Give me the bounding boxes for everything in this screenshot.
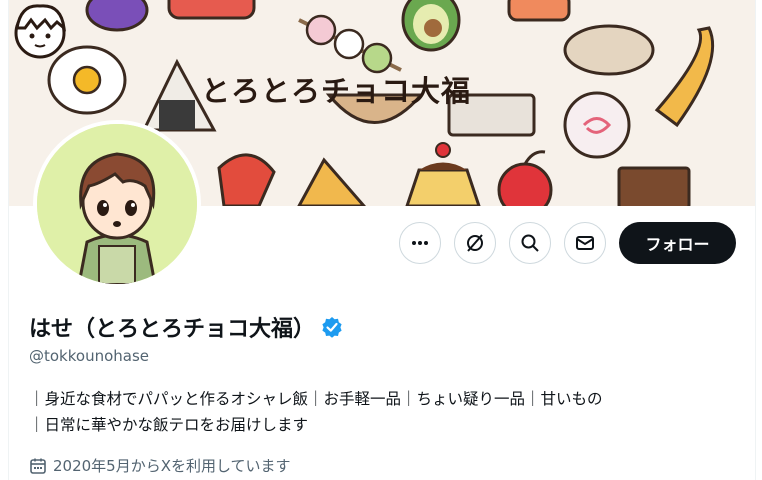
avatar-character-illustration: [37, 124, 197, 284]
banner-mascot-icon: [14, 4, 66, 59]
envelope-icon: [576, 236, 594, 250]
message-button[interactable]: [564, 222, 606, 264]
calendar-icon: [30, 458, 46, 474]
search-button[interactable]: [509, 222, 551, 264]
search-icon: [521, 234, 539, 252]
bio-line: ｜身近な食材でパパッと作るオシャレ飯｜お手軽一品｜ちょい疑り一品｜甘いもの: [29, 390, 603, 408]
profile-bio: ｜身近な食材でパパッと作るオシャレ飯｜お手軽一品｜ちょい疑り一品｜甘いもの ｜日…: [29, 386, 749, 438]
joined-text: 2020年5月からXを利用しています: [53, 457, 291, 475]
display-name: はせ（とろとろチョコ大福）: [29, 317, 316, 342]
grok-button[interactable]: [454, 222, 496, 264]
bio-line: ｜日常に華やかな飯テロをお届けします: [29, 416, 309, 434]
verified-badge-icon[interactable]: [321, 316, 343, 338]
joined-date: 2020年5月からXを利用しています: [29, 455, 291, 476]
profile-page: とろとろチョコ大福 フォロー はせ（とろとろチョコ大福） @tokkounoha…: [8, 0, 756, 480]
more-dots-icon: [412, 241, 428, 245]
more-button[interactable]: [399, 222, 441, 264]
banner-title: とろとろチョコ大福: [201, 74, 472, 108]
avatar[interactable]: [33, 120, 201, 288]
grok-slash-icon: [467, 234, 483, 252]
follow-button[interactable]: フォロー: [619, 222, 736, 264]
name-row: はせ（とろとろチョコ大福）: [29, 311, 343, 343]
user-handle: @tokkounohase: [29, 347, 150, 365]
